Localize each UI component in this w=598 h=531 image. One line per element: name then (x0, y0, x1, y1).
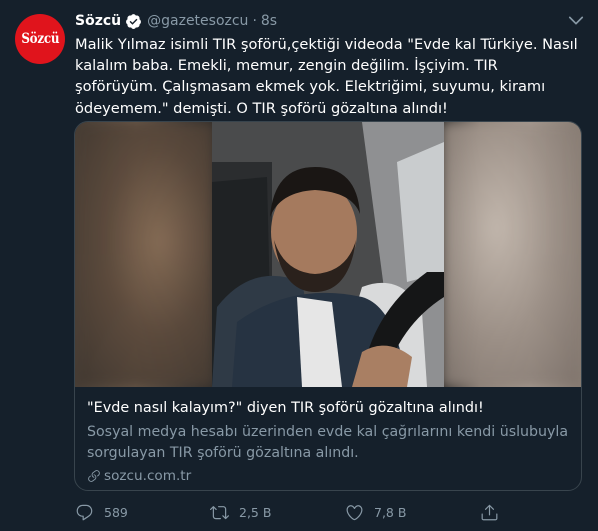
avatar-logo-text: Sözcü (21, 31, 59, 47)
card-body: "Evde nasıl kalayım?" diyen TIR şoförü g… (87, 398, 571, 486)
image-blur-right (441, 122, 581, 387)
verified-badge-icon (125, 13, 142, 30)
tweet-actions: 589 2,5 B 7,8 B (75, 500, 575, 524)
chevron-down-icon[interactable] (566, 10, 586, 30)
link-card[interactable]: "Evde nasıl kalayım?" diyen TIR şoförü g… (74, 121, 582, 491)
tweet-header: Sözcü @gazetesozcu · 8s (75, 11, 277, 31)
card-title: "Evde nasıl kalayım?" diyen TIR şoförü g… (87, 400, 484, 416)
card-domain: sozcu.com.tr (87, 466, 571, 486)
image-blur-left (75, 122, 215, 387)
card-description: Sosyal medya hesabı üzerinden evde kal ç… (87, 424, 569, 461)
retweet-icon (210, 505, 229, 519)
tweet-timestamp[interactable]: 8s (261, 13, 277, 29)
tweet[interactable]: Sözcü Sözcü @gazetesozcu · 8s Malik Yılm… (0, 0, 598, 531)
card-domain-text[interactable]: sozcu.com.tr (104, 466, 191, 486)
reply-button[interactable]: 589 (75, 500, 128, 524)
header-separator: · (252, 13, 257, 29)
share-button[interactable] (480, 500, 509, 524)
retweet-count: 2,5 B (239, 504, 272, 520)
author-handle[interactable]: @gazetesozcu (147, 13, 248, 29)
share-icon (481, 504, 498, 520)
retweet-button[interactable]: 2,5 B (210, 500, 271, 524)
video-still (212, 122, 444, 387)
tweet-text: Malik Yılmaz isimli TIR şoförü,çektiği v… (75, 36, 578, 117)
like-count: 7,8 B (374, 504, 407, 520)
author-name[interactable]: Sözcü (75, 13, 121, 29)
reply-count: 589 (104, 504, 128, 520)
heart-icon (346, 504, 363, 520)
card-image[interactable] (75, 122, 581, 387)
like-button[interactable]: 7,8 B (345, 500, 406, 524)
avatar[interactable]: Sözcü (15, 14, 65, 64)
reply-icon (76, 504, 93, 520)
link-icon (87, 469, 101, 483)
